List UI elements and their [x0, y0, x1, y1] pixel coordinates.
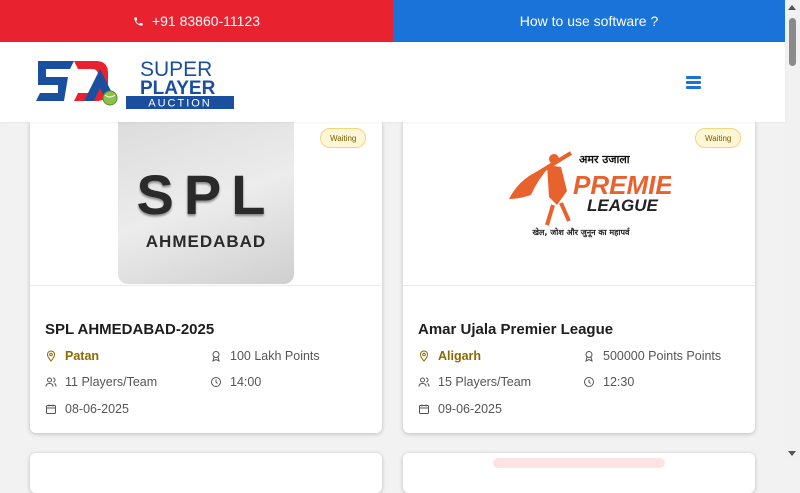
league-text: LEAGUE: [587, 196, 659, 215]
site-header: SUPER PLAYER AUCTION: [0, 42, 785, 122]
tournament-points: 500000 Points Points: [583, 349, 721, 363]
phone-number: +91 83860-11123: [151, 13, 261, 29]
medal-icon: [212, 351, 220, 362]
how-to-use-link[interactable]: How to use software ?: [393, 0, 785, 42]
menu-toggle-icon[interactable]: [686, 76, 701, 89]
top-bar: +91 83860-11123 How to use software ?: [0, 0, 785, 42]
tournament-card[interactable]: अमर उजाला PREMIER LEAGUE खेल, जोश और जुन…: [403, 122, 755, 433]
tournament-points: 100 Lakh Points: [210, 349, 320, 363]
spl-city-text: AHMEDABAD: [145, 232, 267, 251]
date-text: 08-06-2025: [65, 402, 129, 416]
tournament-title[interactable]: SPL AHMEDABAD-2025: [45, 321, 214, 338]
clock-icon: [584, 377, 594, 387]
tagline-hindi-text: खेल, जोश और जुनून का महापर्व: [532, 227, 631, 238]
location-text: Patan: [65, 349, 100, 363]
tournament-location: Aligarh: [418, 349, 481, 363]
points-text: 100 Lakh Points: [230, 349, 320, 363]
players-text: 11 Players/Team: [65, 375, 158, 389]
tournament-players: 15 Players/Team: [418, 375, 531, 389]
location-text: Aligarh: [438, 349, 482, 363]
tournament-image-area: SPL AHMEDABAD Waiting: [30, 122, 382, 286]
amar-ujala-hindi-text: अमर उजाला: [579, 153, 631, 166]
status-badge: Waiting: [320, 128, 367, 148]
clock-icon: [211, 377, 221, 387]
tournament-image-area: अमर उजाला PREMIER LEAGUE खेल, जोश और जुन…: [403, 122, 755, 286]
scroll-up-arrow-icon[interactable]: [788, 5, 796, 10]
tournament-players: 11 Players/Team: [45, 375, 157, 389]
players-text: 15 Players/Team: [438, 375, 532, 389]
tournament-date: 08-06-2025: [45, 402, 129, 416]
status-badge: Waiting: [695, 128, 742, 148]
tournament-logo-amar-ujala: अमर उजाला PREMIER LEAGUE खेल, जोश और जुन…: [491, 147, 692, 247]
users-icon: [418, 377, 430, 387]
tournament-card[interactable]: SPL AHMEDABAD Waiting SPL AHMEDABAD-2025…: [30, 122, 382, 433]
logo-text-player: PLAYER: [140, 78, 216, 99]
calendar-icon: [46, 404, 56, 414]
spl-logo-text: SPL: [136, 163, 276, 226]
status-badge-partial: [493, 458, 665, 468]
tournament-time: 12:30: [583, 375, 634, 389]
tournament-date: 09-06-2025: [418, 402, 502, 416]
phone-contact-link[interactable]: +91 83860-11123: [0, 0, 393, 42]
location-pin-icon: [46, 350, 56, 362]
tournament-card-partial[interactable]: [30, 453, 382, 493]
scrollbar-thumb[interactable]: [789, 18, 796, 66]
location-pin-icon: [419, 350, 429, 362]
how-to-use-label: How to use software ?: [519, 13, 659, 29]
scroll-down-arrow-icon[interactable]: [788, 451, 796, 456]
tournament-title[interactable]: Amar Ujala Premier League: [418, 321, 613, 338]
page-scrollbar[interactable]: [785, 0, 800, 461]
time-text: 14:00: [230, 375, 262, 389]
tournament-card-partial[interactable]: [403, 453, 755, 493]
super-player-auction-logo[interactable]: SUPER PLAYER AUCTION: [34, 55, 234, 110]
logo-text-auction: AUCTION: [148, 98, 212, 110]
users-icon: [45, 377, 57, 387]
points-text: 500000 Points Points: [603, 349, 722, 363]
date-text: 09-06-2025: [438, 402, 502, 416]
tournament-location: Patan: [45, 349, 99, 363]
calendar-icon: [419, 404, 429, 414]
phone-icon: [134, 16, 143, 26]
tournament-logo-spl: SPL AHMEDABAD: [118, 122, 294, 284]
medal-icon: [585, 351, 593, 362]
time-text: 12:30: [603, 375, 635, 389]
tournament-time: 14:00: [210, 375, 261, 389]
